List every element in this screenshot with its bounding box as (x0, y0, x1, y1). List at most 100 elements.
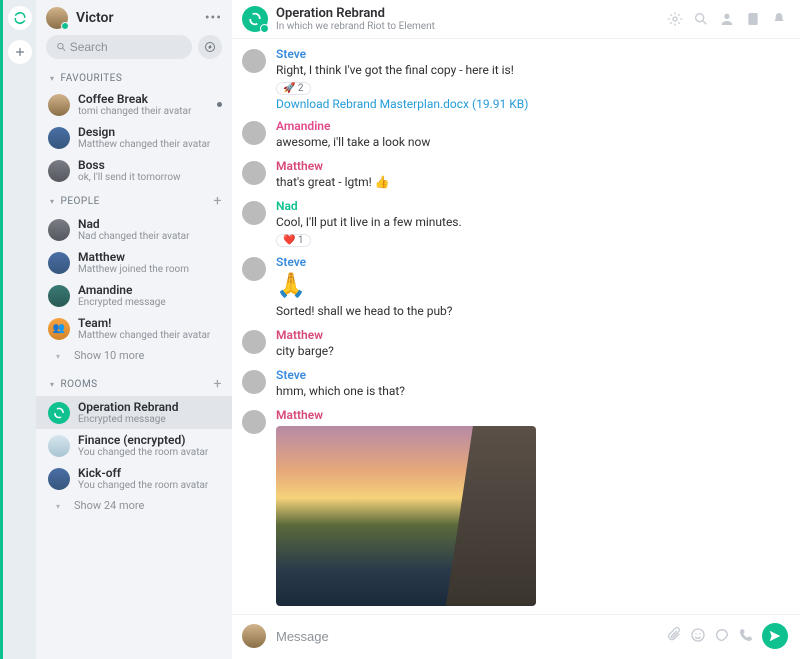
user-name: Victor (76, 10, 205, 26)
sticker-icon (714, 627, 730, 643)
members-button[interactable] (718, 10, 736, 28)
message-sender[interactable]: Amandine (276, 119, 784, 133)
room-avatar (48, 468, 70, 490)
message-sender[interactable]: Matthew (276, 328, 784, 342)
room-design[interactable]: DesignMatthew changed their avatar (36, 121, 232, 154)
files-button[interactable] (744, 10, 762, 28)
dm-team[interactable]: 👥 Team!Matthew changed their avatar (36, 312, 232, 345)
chevron-down-icon: ▾ (50, 74, 55, 83)
unread-dot (217, 102, 222, 107)
person-avatar (48, 252, 70, 274)
user-menu-button[interactable]: ••• (205, 10, 222, 26)
reaction-pill[interactable]: ❤️ 1 (276, 234, 311, 247)
dm-amandine[interactable]: AmandineEncrypted message (36, 279, 232, 312)
message-list[interactable]: SteveRight, I think I've got the final c… (232, 39, 800, 614)
create-space-button[interactable] (8, 40, 32, 64)
room-kickoff[interactable]: Kick-offYou changed the room avatar (36, 462, 232, 495)
message-sender[interactable]: Steve (276, 255, 784, 269)
message[interactable]: Amandineawesome, i'll take a look now (242, 115, 784, 155)
search-input-wrapper[interactable] (46, 35, 192, 59)
message-avatar (242, 161, 266, 185)
search-input[interactable] (70, 40, 182, 54)
chat-panel: Operation Rebrand In which we rebrand Ri… (232, 0, 800, 659)
composer-avatar (242, 624, 266, 648)
dm-nad[interactable]: NadNad changed their avatar (36, 213, 232, 246)
voice-call-button[interactable] (738, 627, 754, 646)
chevron-down-icon: ▾ (50, 197, 55, 206)
gear-icon (667, 11, 683, 27)
message-attachment-link[interactable]: Download Rebrand Masterplan.docx (19.91 … (276, 97, 528, 111)
message-avatar (242, 330, 266, 354)
sticker-button[interactable] (714, 627, 730, 646)
compass-icon (204, 41, 216, 53)
room-avatar (48, 160, 70, 182)
message-avatar (242, 121, 266, 145)
message-avatar (242, 257, 266, 281)
message-image[interactable] (276, 426, 536, 606)
section-favourites-header[interactable]: ▾ FAVOURITES (36, 67, 232, 88)
room-title: Operation Rebrand (276, 6, 666, 21)
user-header[interactable]: Victor ••• (36, 0, 232, 35)
room-avatar (48, 127, 70, 149)
composer-input[interactable] (276, 629, 666, 644)
room-avatar (48, 435, 70, 457)
message[interactable]: Matthewthat's great - lgtm! 👍 (242, 155, 784, 195)
emoji-icon (690, 627, 706, 643)
person-icon (719, 11, 735, 27)
message-avatar (242, 410, 266, 434)
room-search-button[interactable] (692, 10, 710, 28)
chevron-down-icon: ▾ (50, 380, 55, 389)
room-boss[interactable]: Bossok, I'll send it tomorrow (36, 154, 232, 187)
room-operation-rebrand[interactable]: Operation RebrandEncrypted message (36, 396, 232, 429)
file-icon (745, 11, 761, 27)
message-sender[interactable]: Matthew (276, 408, 784, 422)
message-sender[interactable]: Steve (276, 368, 784, 382)
element-logo-icon (13, 11, 27, 25)
message-body: city barge? (276, 342, 784, 360)
add-person-button[interactable]: + (214, 193, 222, 209)
message-body: Cool, I'll put it live in a few minutes. (276, 213, 784, 231)
explore-button[interactable] (198, 35, 222, 59)
message[interactable]: Matthew (242, 404, 784, 610)
bell-icon (771, 11, 787, 27)
message[interactable]: Steve🙏Sorted! shall we head to the pub? (242, 251, 784, 324)
message[interactable]: Stevehmm, which one is that? (242, 364, 784, 404)
send-button[interactable] (762, 623, 788, 649)
search-icon (56, 41, 67, 53)
section-people-header[interactable]: ▾ PEOPLE + (36, 187, 232, 213)
message[interactable]: NadCool, I'll put it live in a few minut… (242, 195, 784, 251)
message-body: awesome, i'll take a look now (276, 133, 784, 151)
section-rooms-header[interactable]: ▾ ROOMS + (36, 370, 232, 396)
add-room-button[interactable]: + (214, 376, 222, 392)
home-space-button[interactable] (8, 6, 32, 30)
room-header-avatar[interactable] (242, 6, 268, 32)
send-icon (768, 629, 782, 643)
user-avatar (46, 7, 68, 29)
phone-icon (738, 627, 754, 643)
message-body: Sorted! shall we head to the pub? (276, 302, 784, 320)
room-finance[interactable]: Finance (encrypted)You changed the room … (36, 429, 232, 462)
paperclip-icon (666, 627, 682, 643)
room-avatar (48, 94, 70, 116)
emoji-button[interactable] (690, 627, 706, 646)
message[interactable]: SteveRight, I think I've got the final c… (242, 43, 784, 115)
room-list-panel: Victor ••• ▾ FAVOURITES Coffee Breaktomi… (36, 0, 232, 659)
message[interactable]: Matthewcity barge? (242, 324, 784, 364)
message-body: hmm, which one is that? (276, 382, 784, 400)
message-sender[interactable]: Matthew (276, 159, 784, 173)
room-settings-button[interactable] (666, 10, 684, 28)
attach-button[interactable] (666, 627, 682, 646)
show-more-people[interactable]: Show 10 more (36, 345, 232, 370)
person-avatar: 👥 (48, 318, 70, 340)
notifications-button[interactable] (770, 10, 788, 28)
show-more-rooms[interactable]: Show 24 more (36, 495, 232, 520)
room-coffee-break[interactable]: Coffee Breaktomi changed their avatar (36, 88, 232, 121)
spaces-gutter (0, 0, 36, 659)
dm-matthew[interactable]: MatthewMatthew joined the room (36, 246, 232, 279)
message-composer (232, 614, 800, 659)
reaction-pill[interactable]: 🚀 2 (276, 82, 311, 95)
message-sender[interactable]: Nad (276, 199, 784, 213)
element-logo-icon (248, 12, 262, 26)
message-avatar (242, 49, 266, 73)
message-sender[interactable]: Steve (276, 47, 784, 61)
